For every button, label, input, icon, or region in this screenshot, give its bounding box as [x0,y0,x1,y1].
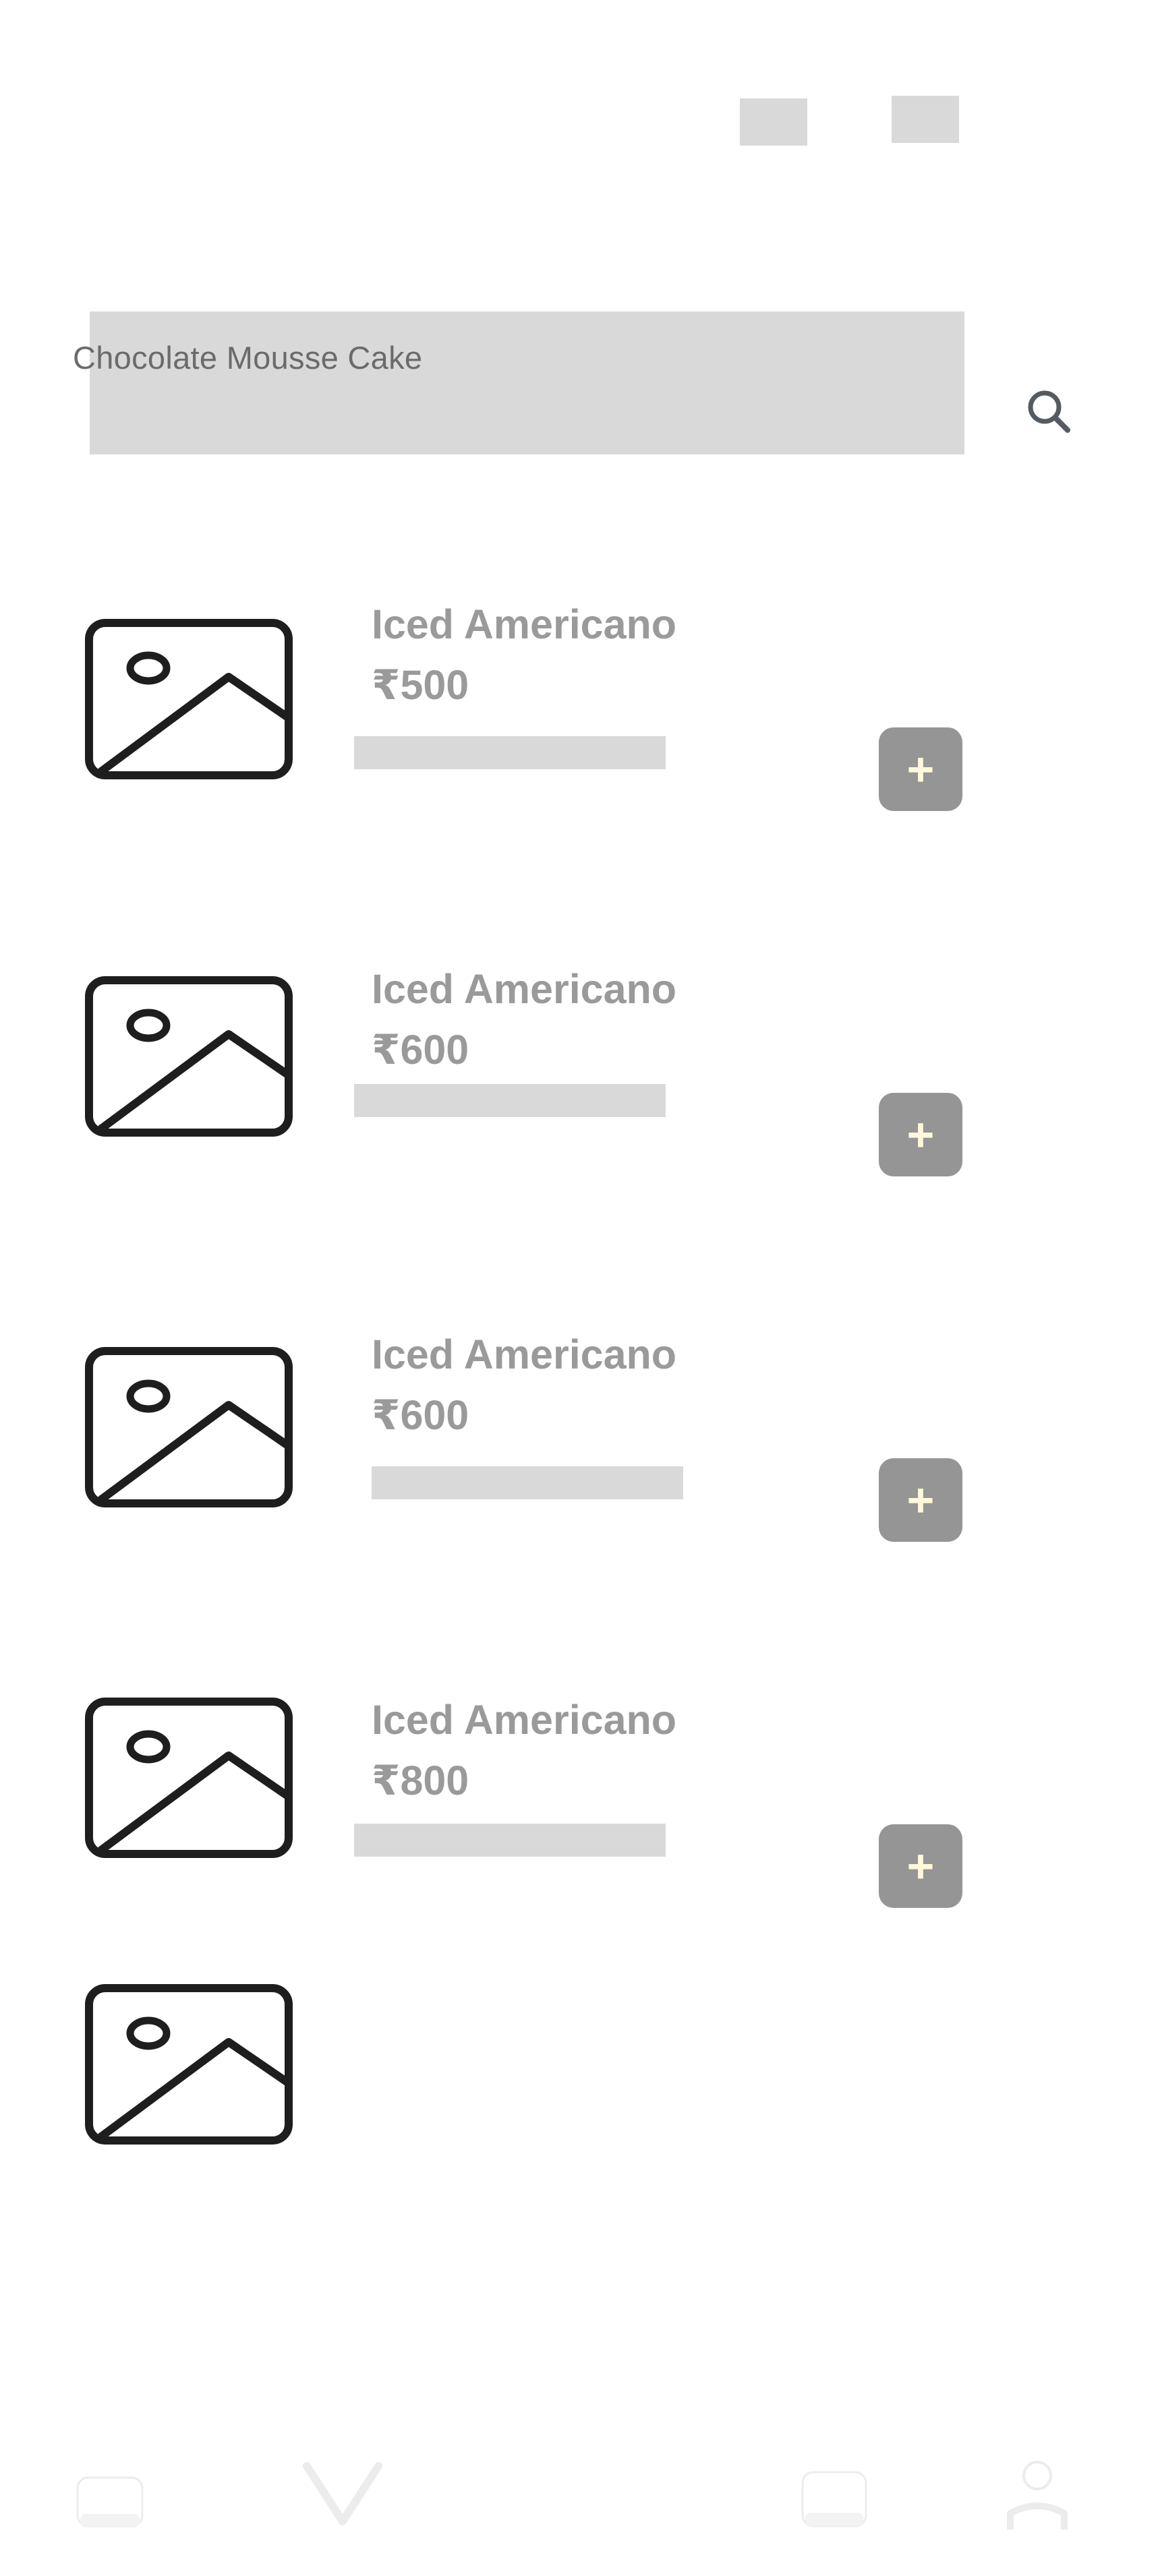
cart-icon[interactable] [801,2471,867,2529]
plus-icon: + [906,1474,935,1526]
header-placeholder-right [892,96,959,143]
add-to-cart-button[interactable]: + [879,1458,962,1542]
add-to-cart-button[interactable]: + [879,1093,962,1176]
header-placeholder-left [740,98,807,146]
product-description-placeholder [372,1466,683,1499]
plus-icon: + [906,743,935,796]
product-price: ₹500 [372,662,469,708]
image-placeholder-icon [84,976,293,1137]
product-name: Iced Americano [372,601,677,647]
profile-icon[interactable] [1006,2459,1068,2532]
image-placeholder-icon [84,1697,293,1859]
product-row[interactable]: Iced Americano ₹800 + [0,1685,1158,1915]
product-price: ₹600 [372,1392,469,1438]
search-icon[interactable] [1025,388,1072,435]
product-row[interactable]: Iced Americano ₹600 + [0,957,1158,1187]
image-placeholder-icon [84,1346,293,1508]
product-name: Iced Americano [372,1331,677,1377]
product-row[interactable] [0,1975,1158,2151]
plus-icon: + [906,1108,935,1161]
search-input[interactable] [90,311,964,454]
product-row[interactable]: Iced Americano ₹600 + [0,1328,1158,1557]
product-description-placeholder [354,1084,666,1117]
product-name: Iced Americano [372,1697,677,1743]
heart-icon[interactable] [303,2461,382,2532]
product-name: Iced Americano [372,966,677,1012]
product-row[interactable]: Iced Americano ₹500 + [0,593,1158,822]
product-price: ₹600 [372,1027,469,1073]
product-price: ₹800 [372,1758,469,1803]
product-description-placeholder [354,1824,666,1857]
image-placeholder-icon [84,618,293,780]
add-to-cart-button[interactable]: + [879,727,962,811]
add-to-cart-button[interactable]: + [879,1824,962,1908]
search-input-value: Chocolate Mousse Cake [73,340,423,376]
product-description-placeholder [354,736,666,769]
home-icon[interactable] [76,2476,144,2529]
plus-icon: + [906,1840,935,1892]
image-placeholder-icon [84,1983,293,2145]
